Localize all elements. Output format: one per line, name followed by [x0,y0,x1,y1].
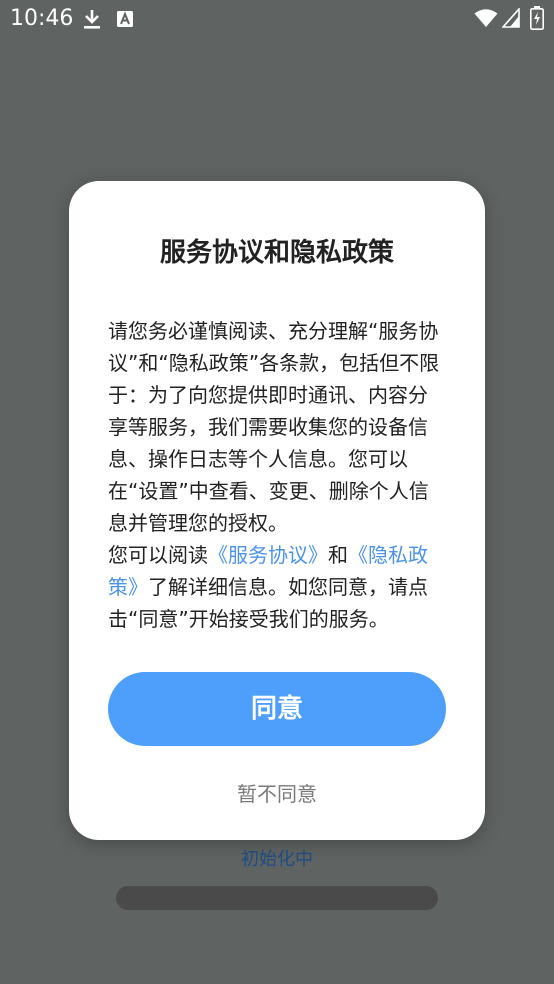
status-bar: 10:46 [0,0,554,38]
links-suffix: 了解详细信息。如您同意，请点击“同意”开始接受我们的服务。 [108,575,428,631]
links-prefix: 您可以阅读 [108,543,208,567]
battery-icon [530,6,544,30]
status-time: 10:46 [10,6,74,31]
dialog-paragraph-links: 您可以阅读《服务协议》和《隐私政策》了解详细信息。如您同意，请点击“同意”开始接… [108,539,446,635]
privacy-dialog: 服务协议和隐私政策 请您务必谨慎阅读、充分理解“服务协议”和“隐私政策”各条款，… [69,181,485,840]
links-and: 和 [328,543,348,567]
download-icon [84,10,100,29]
signal-icon [502,8,520,28]
dialog-paragraph-terms: 请您务必谨慎阅读、充分理解“服务协议”和“隐私政策”各条款，包括但不限于：为了向… [108,319,440,535]
service-agreement-link[interactable]: 《服务协议》 [208,543,328,567]
agree-button[interactable]: 同意 [108,672,446,746]
loading-text: 初始化中 [241,849,313,870]
dialog-title: 服务协议和隐私政策 [159,238,394,268]
disagree-button[interactable]: 暂不同意 [207,779,347,809]
loading-progress-bar [116,886,438,910]
dialog-body: 请您务必谨慎阅读、充分理解“服务协议”和“隐私政策”各条款，包括但不限于：为了向… [108,315,446,635]
wifi-icon [474,9,498,27]
a-icon [117,11,133,27]
